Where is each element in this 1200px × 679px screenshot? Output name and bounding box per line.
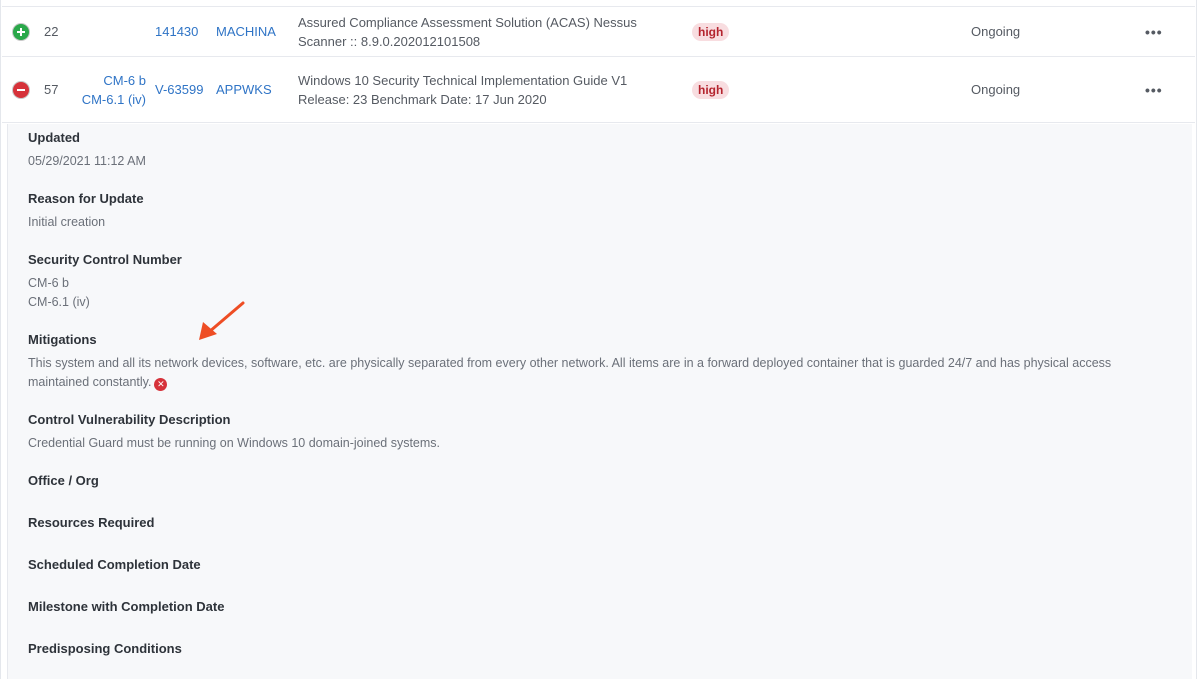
- reason-label: Reason for Update: [28, 191, 144, 206]
- expand-toggle[interactable]: [12, 7, 30, 56]
- security-control-values: CM-6 b CM-6.1 (iv): [28, 274, 182, 312]
- updated-field: Updated 05/29/2021 11:12 AM: [28, 129, 146, 171]
- annotation-arrow-icon: [199, 301, 245, 340]
- host-link[interactable]: APPWKS: [216, 57, 272, 122]
- severity-cell: high: [692, 7, 730, 56]
- row-number: 22: [44, 24, 59, 39]
- table-row[interactable]: 22 141430 MACHINA Assured Compliance Ass…: [2, 6, 1195, 57]
- vulnerability-id-link[interactable]: 141430: [155, 7, 198, 56]
- security-control-field: Security Control Number CM-6 b CM-6.1 (i…: [28, 251, 182, 312]
- source-line-2: Scanner :: 8.9.0.202012101508: [298, 33, 481, 49]
- severity-badge: high: [692, 80, 730, 99]
- status-text: Ongoing: [971, 82, 1021, 97]
- resources-required-field: Resources Required: [28, 514, 154, 531]
- source-line-1: Assured Compliance Assessment Solution (…: [298, 14, 637, 30]
- source-text: Assured Compliance Assessment Solution (…: [298, 7, 678, 56]
- control-vuln-desc-label: Control Vulnerability Description: [28, 412, 231, 427]
- poam-table: 22 141430 MACHINA Assured Compliance Ass…: [0, 0, 1197, 679]
- ellipsis-icon[interactable]: •••: [1145, 57, 1163, 122]
- source-line-1: Windows 10 Security Technical Implementa…: [298, 72, 628, 88]
- predisposing-label: Predisposing Conditions: [28, 641, 182, 656]
- updated-label: Updated: [28, 130, 80, 145]
- collapse-toggle[interactable]: [12, 57, 30, 122]
- milestone-field: Milestone with Completion Date: [28, 598, 224, 615]
- control-vuln-desc-field: Control Vulnerability Description Creden…: [28, 411, 440, 453]
- resources-required-label: Resources Required: [28, 515, 155, 530]
- office-org-label: Office / Org: [28, 473, 99, 488]
- table-row[interactable]: 57 CM-6 b CM-6.1 (iv) V-63599 APPWKS Win…: [2, 57, 1195, 123]
- milestone-label: Milestone with Completion Date: [28, 599, 225, 614]
- row-number: 57: [44, 82, 59, 97]
- vulnerability-id-link[interactable]: V-63599: [155, 57, 203, 122]
- security-control-label: Security Control Number: [28, 252, 182, 267]
- office-org-field: Office / Org: [28, 472, 99, 489]
- collapse-minus-icon[interactable]: [13, 81, 29, 98]
- reason-field: Reason for Update Initial creation: [28, 190, 144, 232]
- severity-cell: high: [692, 57, 730, 122]
- close-circle-icon[interactable]: ✕: [154, 378, 168, 391]
- host-link[interactable]: MACHINA: [216, 7, 276, 56]
- source-line-2: Release: 23 Benchmark Date: 17 Jun 2020: [298, 91, 547, 107]
- predisposing-field: Predisposing Conditions: [28, 640, 182, 657]
- updated-value: 05/29/2021 11:12 AM: [28, 154, 146, 168]
- ellipsis-icon[interactable]: •••: [1145, 7, 1163, 56]
- source-text: Windows 10 Security Technical Implementa…: [298, 57, 678, 122]
- security-control-value: CM-6 b: [28, 276, 69, 290]
- reason-value: Initial creation: [28, 215, 106, 229]
- scheduled-completion-field: Scheduled Completion Date: [28, 556, 201, 573]
- security-control-links[interactable]: CM-6 b CM-6.1 (iv): [72, 57, 146, 122]
- control-vuln-desc-value: Credential Guard must be running on Wind…: [28, 436, 441, 450]
- scheduled-completion-label: Scheduled Completion Date: [28, 557, 201, 572]
- row-detail-panel: Updated 05/29/2021 11:12 AM Reason for U…: [7, 124, 1192, 679]
- status-text: Ongoing: [971, 24, 1021, 39]
- expand-plus-icon[interactable]: [13, 23, 29, 40]
- severity-badge: high: [692, 22, 730, 41]
- control-link[interactable]: CM-6 b: [103, 71, 146, 90]
- security-control-value: CM-6.1 (iv): [28, 295, 90, 309]
- mitigations-text: This system and all its network devices,…: [28, 356, 1112, 389]
- mitigations-value: This system and all its network devices,…: [28, 354, 1158, 392]
- control-link[interactable]: CM-6.1 (iv): [82, 90, 146, 109]
